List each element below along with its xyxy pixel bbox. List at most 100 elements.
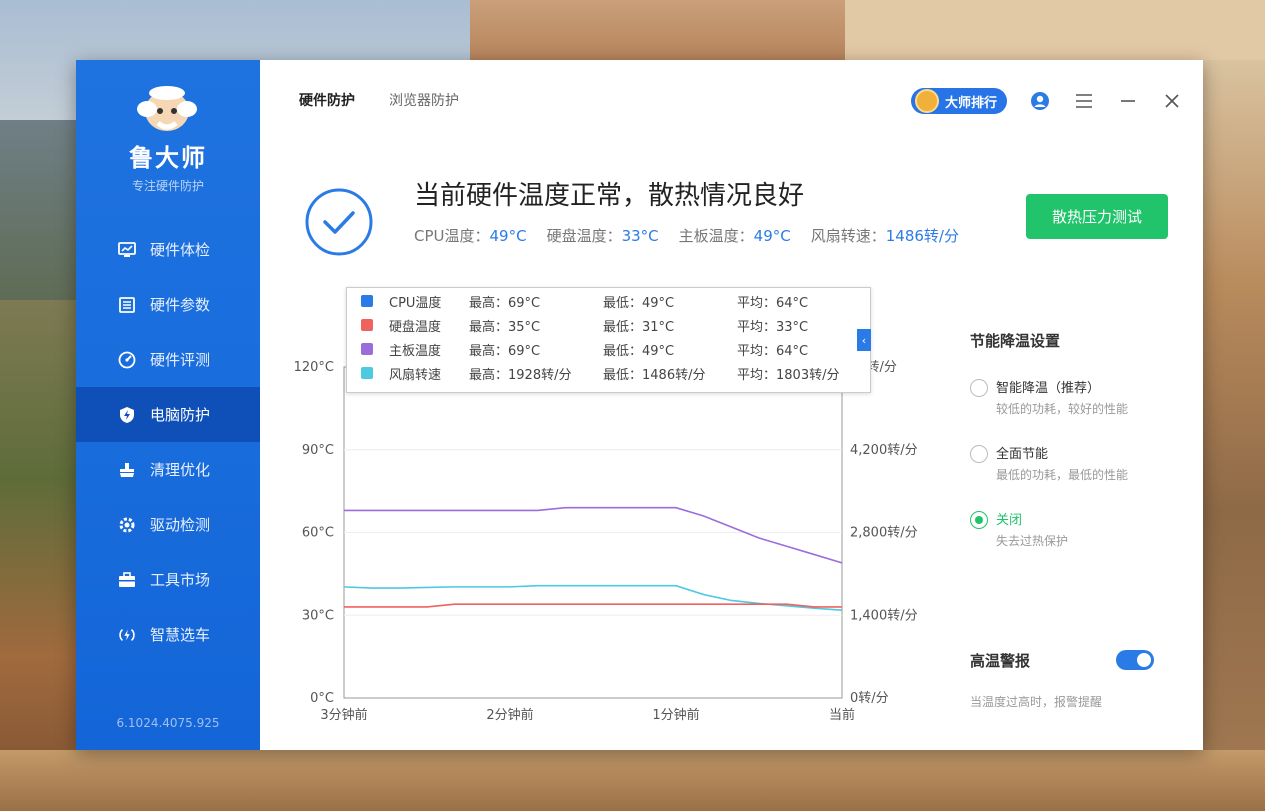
chart-legend: CPU温度 最高：69°C 最低：49°C 平均：64°C 硬盘温度 最高：35… bbox=[346, 287, 871, 393]
sidebar-item-label: 硬件参数 bbox=[150, 296, 211, 314]
sidebar-item-label: 工具市场 bbox=[150, 571, 211, 589]
sidebar-item-hardware-benchmark[interactable]: 硬件评测 bbox=[76, 332, 260, 387]
cpu-temp-value: 49°C bbox=[489, 227, 527, 245]
desktop-mountain bbox=[0, 120, 80, 300]
legend-row-board: 主板温度 最高：69°C 最低：49°C 平均：64°C bbox=[347, 336, 870, 360]
app-name: 鲁大师 bbox=[129, 144, 207, 172]
series-line bbox=[344, 506, 843, 564]
legend-swatch bbox=[361, 295, 373, 307]
board-temp: 主板温度：49°C bbox=[679, 225, 791, 246]
car-icon bbox=[118, 626, 136, 644]
menu-icon[interactable] bbox=[1073, 90, 1095, 112]
sidebar-item-label: 电脑防护 bbox=[150, 406, 211, 424]
check-circle-icon bbox=[305, 188, 373, 256]
window-controls: 大师排行 bbox=[910, 88, 1183, 114]
sidebar-item-driver-check[interactable]: 驱动检测 bbox=[76, 497, 260, 552]
alarm-toggle[interactable] bbox=[1116, 650, 1154, 670]
legend-name: CPU温度 bbox=[389, 296, 442, 311]
legend-max: 最高：69°C bbox=[469, 344, 541, 359]
settings-title: 节能降温设置 bbox=[970, 332, 1061, 350]
shield-bolt-icon bbox=[118, 406, 136, 424]
status-headline: 当前硬件温度正常，散热情况良好 bbox=[414, 181, 805, 211]
sidebar-item-tool-market[interactable]: 工具市场 bbox=[76, 552, 260, 607]
radio-full-saving[interactable] bbox=[970, 445, 988, 463]
gear-icon bbox=[118, 516, 136, 534]
option-off: 关闭 失去过热保护 bbox=[970, 509, 1190, 549]
legend-swatch bbox=[361, 343, 373, 355]
y-left-tick-label: 60°C bbox=[302, 526, 334, 541]
gauge-icon bbox=[118, 351, 136, 369]
main-panel: 硬件防护 浏览器防护 大师排行 当前硬件温度正常，散热情况良好 CPU温度：49… bbox=[260, 60, 1203, 750]
radio-smart-cooling[interactable] bbox=[970, 379, 988, 397]
legend-avg: 平均：33°C bbox=[737, 320, 809, 335]
sidebar-item-hardware-params[interactable]: 硬件参数 bbox=[76, 277, 260, 332]
logo-mascot-icon bbox=[137, 86, 197, 131]
desktop-landscape-left bbox=[0, 300, 76, 811]
y-left-tick-label: 90°C bbox=[302, 443, 334, 458]
toolbox-icon bbox=[118, 571, 136, 589]
board-temp-value: 49°C bbox=[753, 227, 791, 245]
legend-min: 最低：31°C bbox=[603, 320, 675, 335]
option-title: 全面节能 bbox=[996, 447, 1049, 462]
x-tick-label: 2分钟前 bbox=[486, 707, 533, 723]
y-right-tick-label: 1,400转/分 bbox=[850, 608, 918, 623]
app-version: 6.1024.4075.925 bbox=[116, 716, 220, 730]
sidebar-item-pc-protection[interactable]: 电脑防护 bbox=[76, 387, 260, 442]
legend-name: 风扇转速 bbox=[389, 368, 442, 383]
fan-speed-value: 1486转/分 bbox=[885, 227, 959, 245]
legend-row-disk: 硬盘温度 最高：35°C 最低：31°C 平均：33°C bbox=[347, 312, 870, 336]
app-slogan: 专注硬件防护 bbox=[131, 179, 204, 193]
x-tick-label: 3分钟前 bbox=[320, 707, 367, 723]
tab-bar: 硬件防护 浏览器防护 bbox=[299, 90, 459, 110]
legend-row-cpu: CPU温度 最高：69°C 最低：49°C 平均：64°C bbox=[347, 288, 870, 312]
app-window: 鲁大师 专注硬件防护 硬件体检 硬件参数 硬件评测 电脑防护 清理优化 驱动检测… bbox=[76, 60, 1203, 750]
list-icon bbox=[118, 296, 136, 314]
tab-browser-protection[interactable]: 浏览器防护 bbox=[389, 90, 459, 110]
sidebar-item-label: 清理优化 bbox=[150, 461, 211, 479]
power-cooling-settings: 节能降温设置 智能降温（推荐） 较低的功耗，较好的性能 全面节能 最低的功耗，最… bbox=[970, 330, 1190, 549]
rank-label: 大师排行 bbox=[944, 95, 997, 111]
legend-name: 硬盘温度 bbox=[389, 320, 442, 335]
series-line bbox=[344, 603, 842, 608]
desktop-rocks-bottom bbox=[0, 750, 1265, 811]
legend-collapse-button[interactable]: ‹ bbox=[857, 329, 871, 351]
disk-temp-label: 硬盘温度： bbox=[546, 227, 622, 245]
disk-temp: 硬盘温度：33°C bbox=[547, 225, 659, 246]
legend-min: 最低：49°C bbox=[603, 344, 675, 359]
cpu-temp-label: CPU温度： bbox=[414, 227, 490, 245]
legend-row-fan: 风扇转速 最高：1928转/分 最低：1486转/分 平均：1803转/分 bbox=[347, 360, 870, 384]
alarm-desc: 当温度过高时，报警提醒 bbox=[970, 695, 1103, 709]
sidebar-item-smart-car[interactable]: 智慧选车 bbox=[76, 607, 260, 662]
close-icon[interactable] bbox=[1161, 90, 1183, 112]
disk-temp-value: 33°C bbox=[621, 227, 659, 245]
option-smart-cooling: 智能降温（推荐） 较低的功耗，较好的性能 bbox=[970, 377, 1190, 417]
y-left-tick-label: 0°C bbox=[310, 691, 334, 706]
fan-speed-label: 风扇转速： bbox=[810, 227, 886, 245]
radio-off[interactable] bbox=[970, 511, 988, 529]
desktop-cliff-right bbox=[1203, 60, 1265, 811]
option-desc: 最低的功耗，最低的性能 bbox=[996, 468, 1129, 482]
sidebar-item-cleanup[interactable]: 清理优化 bbox=[76, 442, 260, 497]
option-desc: 失去过热保护 bbox=[996, 534, 1069, 548]
option-title: 智能降温（推荐） bbox=[996, 381, 1101, 396]
sidebar-item-label: 驱动检测 bbox=[150, 516, 211, 534]
option-desc: 较低的功耗，较好的性能 bbox=[996, 402, 1129, 416]
legend-swatch bbox=[361, 319, 373, 331]
legend-name: 主板温度 bbox=[389, 344, 442, 359]
x-tick-label: 当前 bbox=[829, 707, 855, 723]
legend-avg: 平均：1803转/分 bbox=[737, 368, 840, 383]
y-left-tick-label: 30°C bbox=[302, 608, 334, 623]
user-icon[interactable] bbox=[1029, 90, 1051, 112]
option-title: 关闭 bbox=[996, 513, 1023, 528]
option-full-saving: 全面节能 最低的功耗，最低的性能 bbox=[970, 443, 1190, 483]
minimize-icon[interactable] bbox=[1117, 90, 1139, 112]
legend-avg: 平均：64°C bbox=[737, 344, 809, 359]
x-tick-label: 1分钟前 bbox=[652, 707, 699, 723]
broom-icon bbox=[118, 461, 136, 479]
sidebar-item-hardware-check[interactable]: 硬件体检 bbox=[76, 222, 260, 277]
stress-test-button[interactable]: 散热压力测试 bbox=[1026, 194, 1168, 239]
rank-button[interactable]: 大师排行 bbox=[910, 88, 1007, 114]
y-right-tick-label: 0转/分 bbox=[850, 691, 889, 706]
sidebar-item-label: 硬件评测 bbox=[150, 351, 211, 369]
tab-hardware-protection[interactable]: 硬件防护 bbox=[299, 90, 355, 110]
